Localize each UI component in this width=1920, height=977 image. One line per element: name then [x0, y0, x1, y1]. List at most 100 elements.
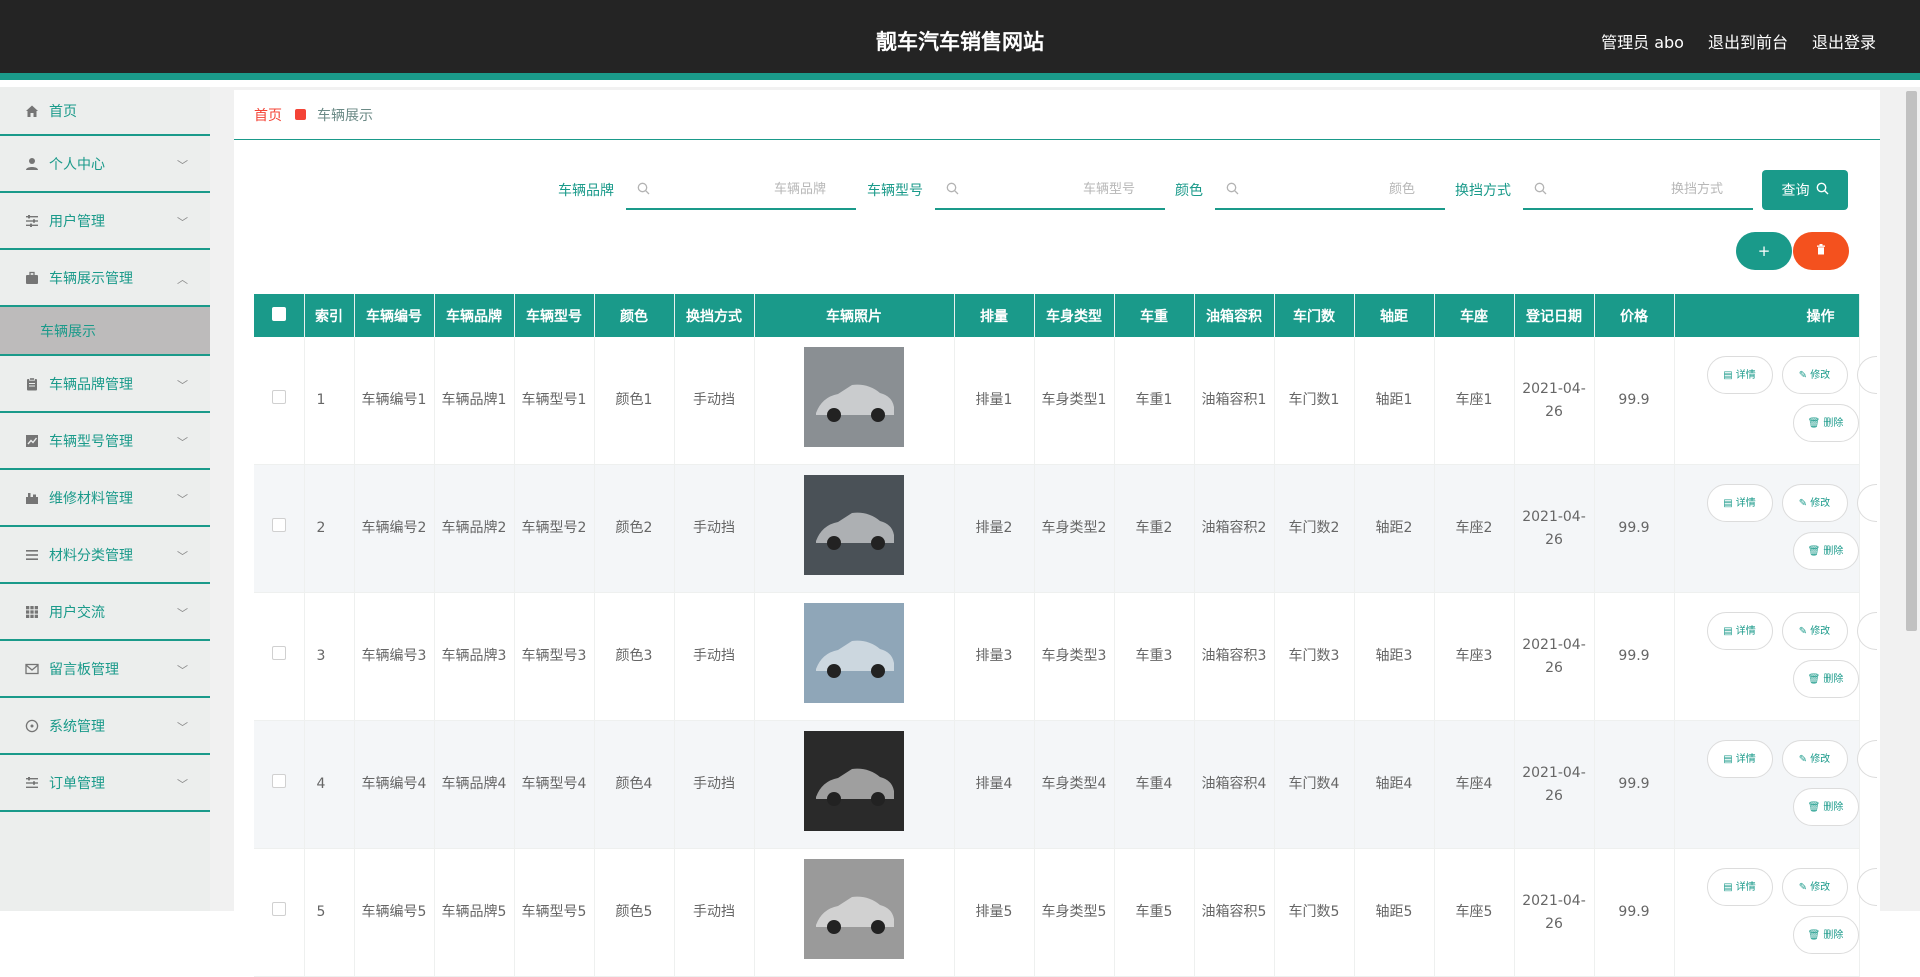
query-button-label: 查询 [1781, 183, 1810, 199]
chevron-up-icon: ︿ [177, 272, 188, 286]
select-all-header[interactable] [254, 294, 305, 337]
sidebar-item-brand[interactable]: 车辆品牌管理 ﹀ [0, 356, 210, 413]
cell-weight: 车重2 [1114, 464, 1195, 593]
scrollbar-thumb[interactable] [1906, 91, 1917, 631]
cell-date: 2021-04-26 [1514, 337, 1595, 465]
brand-search-field[interactable] [626, 170, 856, 210]
edit-button-label: 修改 [1810, 497, 1831, 509]
edit-button[interactable]: ✎ 修改 [1781, 868, 1848, 906]
cell-weight: 车重5 [1114, 848, 1195, 977]
gear-search-input[interactable] [1523, 170, 1753, 208]
cell-wheelbase: 轴距1 [1354, 337, 1435, 465]
select-all-checkbox[interactable] [271, 306, 286, 321]
color-search-field[interactable] [1215, 170, 1445, 210]
cell-seats: 车座5 [1434, 848, 1515, 977]
edit-button[interactable]: ✎ 修改 [1781, 612, 1848, 650]
chevron-down-icon: ﹀ [177, 663, 188, 677]
car-wheel [871, 407, 885, 422]
vehicle-table: 索引 车辆编号 车辆品牌 车辆型号 颜色 换挡方式 车辆照片 排量 车身类型 车… [254, 294, 1877, 977]
search-icon [1226, 182, 1239, 199]
chevron-down-icon: ﹀ [177, 492, 188, 506]
add-button[interactable]: + [1736, 232, 1792, 270]
tools-icon [24, 490, 40, 506]
row-select-cell[interactable] [254, 720, 305, 849]
row-select-cell[interactable] [254, 337, 305, 465]
color-search-input[interactable] [1215, 170, 1445, 208]
sidebar-item-label: 车辆展示管理 [49, 270, 133, 287]
detail-button[interactable]: ▤ 详情 [1706, 356, 1773, 394]
row-checkbox[interactable] [271, 774, 286, 788]
sidebar-item-label: 系统管理 [49, 718, 105, 735]
delete-button-label: 删除 [1823, 673, 1844, 685]
detail-button[interactable]: ▤ 详情 [1706, 484, 1773, 522]
car-photo[interactable] [804, 602, 904, 703]
delete-button[interactable]: 🗑 删除 [1792, 660, 1859, 698]
car-photo[interactable] [804, 474, 904, 575]
delete-button[interactable]: 🗑 删除 [1792, 404, 1859, 442]
car-wheel [827, 535, 841, 550]
sidebar-item-orders[interactable]: 订单管理 ﹀ [0, 755, 210, 812]
cell-tank: 油箱容积5 [1194, 848, 1275, 977]
row-checkbox[interactable] [271, 518, 286, 532]
row-checkbox[interactable] [271, 902, 286, 916]
delete-button[interactable]: 🗑 删除 [1792, 788, 1859, 826]
sidebar-item-material-category[interactable]: 材料分类管理 ﹀ [0, 527, 210, 584]
delete-button[interactable]: 🗑 删除 [1792, 532, 1859, 570]
detail-button[interactable]: ▤ 详情 [1706, 868, 1773, 906]
logout-link[interactable]: 退出登录 [1812, 29, 1876, 53]
trash-icon: 🗑 [1807, 545, 1821, 557]
car-photo[interactable] [804, 730, 904, 831]
car-wheel [827, 919, 841, 934]
to-front-link[interactable]: 退出到前台 [1708, 29, 1788, 53]
row-checkbox[interactable] [271, 646, 286, 660]
detail-button[interactable]: ▤ 详情 [1706, 612, 1773, 650]
pencil-icon: ✎ [1798, 625, 1808, 637]
cell-brand: 车辆品牌3 [434, 592, 515, 721]
model-search-field[interactable] [935, 170, 1165, 210]
row-select-cell[interactable] [254, 848, 305, 977]
model-search-input[interactable] [935, 170, 1165, 208]
batch-delete-button[interactable] [1793, 232, 1849, 270]
edit-button[interactable]: ✎ 修改 [1781, 356, 1848, 394]
cell-doors: 车门数2 [1274, 464, 1355, 593]
sidebar-item-message-board[interactable]: 留言板管理 ﹀ [0, 641, 210, 698]
cell-gear: 手动挡 [674, 337, 755, 465]
car-photo[interactable] [804, 346, 904, 447]
row-checkbox[interactable] [271, 390, 286, 404]
brand-search-input[interactable] [626, 170, 856, 208]
cell-doors: 车门数5 [1274, 848, 1355, 977]
detail-button[interactable]: ▤ 详情 [1706, 740, 1773, 778]
brand-label: 车辆品牌 [558, 183, 614, 199]
cell-wheelbase: 轴距5 [1354, 848, 1435, 977]
car-wheel [827, 663, 841, 678]
breadcrumb-home[interactable]: 首页 [254, 105, 282, 125]
admin-label[interactable]: 管理员 abo [1601, 29, 1684, 53]
cell-model: 车辆型号4 [514, 720, 595, 849]
table-row: 3 车辆编号3 车辆品牌3 车辆型号3 颜色3 手动挡 排量3 车身类型3 车重3 油箱容积3 车门… [254, 592, 1877, 721]
sidebar-item-home[interactable]: 首页 [0, 87, 210, 136]
delete-button-label: 删除 [1823, 545, 1844, 557]
table-row: 2 车辆编号2 车辆品牌2 车辆型号2 颜色2 手动挡 排量2 车身类型2 车重2 油箱容积2 车门… [254, 464, 1877, 593]
sidebar-item-vehicle-display[interactable]: 车辆展示管理 ︿ [0, 250, 210, 307]
sidebar-item-profile[interactable]: 个人中心 ﹀ [0, 136, 210, 193]
sidebar-item-repair-material[interactable]: 维修材料管理 ﹀ [0, 470, 210, 527]
cell-ops: ▤ 详情 ✎ 修改 🗑 删除 [1674, 720, 1877, 849]
cell-brand: 车辆品牌1 [434, 337, 515, 465]
car-photo[interactable] [804, 858, 904, 959]
clipboard-icon [24, 376, 40, 392]
sidebar-subitem-vehicle-display[interactable]: 车辆展示 [0, 307, 210, 356]
sidebar-item-system[interactable]: 系统管理 ﹀ [0, 698, 210, 755]
edit-button[interactable]: ✎ 修改 [1781, 740, 1848, 778]
gear-search-field[interactable] [1523, 170, 1753, 210]
cell-number: 车辆编号1 [354, 337, 435, 465]
query-button[interactable]: 查询 [1762, 170, 1848, 210]
row-select-cell[interactable] [254, 464, 305, 593]
col-date: 登记日期 [1514, 294, 1595, 337]
sidebar-item-users[interactable]: 用户管理 ﹀ [0, 193, 210, 250]
delete-button-label: 删除 [1823, 417, 1844, 429]
sidebar-item-model[interactable]: 车辆型号管理 ﹀ [0, 413, 210, 470]
row-select-cell[interactable] [254, 592, 305, 721]
edit-button[interactable]: ✎ 修改 [1781, 484, 1848, 522]
delete-button[interactable]: 🗑 删除 [1792, 916, 1859, 954]
sidebar-item-user-exchange[interactable]: 用户交流 ﹀ [0, 584, 210, 641]
